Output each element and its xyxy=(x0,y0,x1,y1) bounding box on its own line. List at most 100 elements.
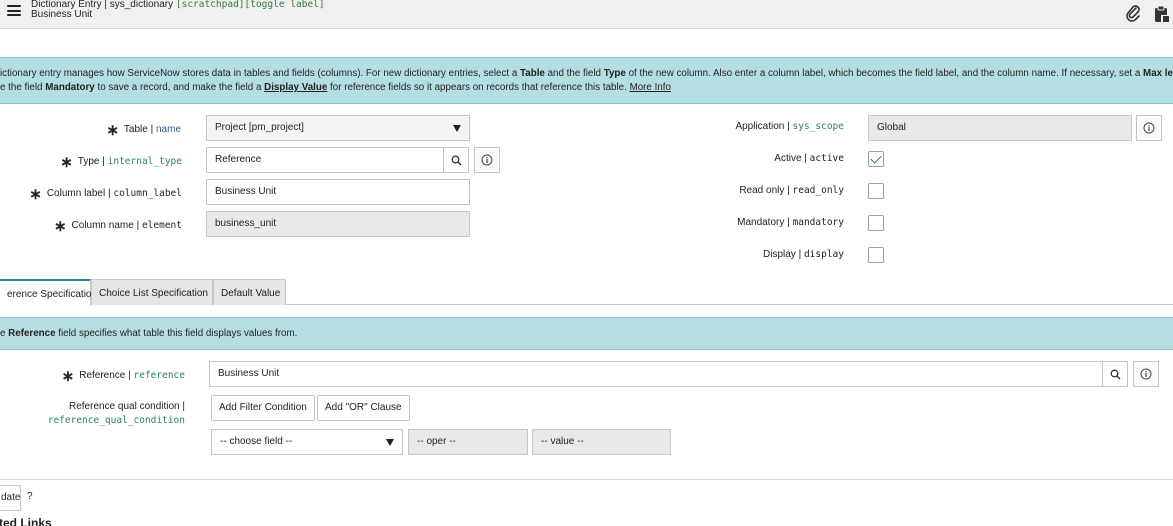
reference-info-button[interactable] xyxy=(1133,361,1159,387)
header-toggle-links[interactable]: [scratchpad][toggle label] xyxy=(176,0,325,10)
related-links-heading: ted Links xyxy=(0,516,52,526)
field-name-text: reference xyxy=(133,370,185,381)
info-icon xyxy=(1140,368,1152,380)
field-label-text: Type xyxy=(77,156,100,167)
application-label: Application | sys_scope xyxy=(735,121,844,132)
field-name-text: internal_type xyxy=(107,156,182,167)
info-icon xyxy=(1143,122,1155,134)
clipboard-icon[interactable] xyxy=(1152,4,1170,23)
value-placeholder: -- value -- xyxy=(541,436,584,447)
display-label: Display | display xyxy=(763,249,844,260)
field-label-text: Display xyxy=(763,249,796,260)
field-label-text: Application xyxy=(735,121,785,132)
chevron-down-icon xyxy=(386,439,394,446)
tab-reference-specification[interactable]: erence Specification xyxy=(0,279,97,306)
field-label-text: Mandatory xyxy=(737,217,785,228)
search-icon xyxy=(1110,369,1120,379)
tab-default-value[interactable]: Default Value xyxy=(213,279,286,305)
column-name-label: ∗ Column name | element xyxy=(53,218,182,235)
banner-text: for reference fields so it appears on re… xyxy=(327,82,627,93)
display-value-link[interactable]: Display Value xyxy=(264,82,327,93)
field-name-text: display xyxy=(803,249,844,260)
field-name-text: mandatory xyxy=(792,217,844,228)
choose-field-value: -- choose field -- xyxy=(220,436,293,447)
reference-label: ∗ Reference | reference xyxy=(61,368,185,385)
field-name-text: column_label xyxy=(113,188,182,199)
form-header: Dictionary Entry | sys_dictionary [scrat… xyxy=(0,0,1173,29)
mandatory-checkbox[interactable] xyxy=(868,215,884,231)
banner-bold-text: Type xyxy=(603,68,626,79)
type-info-button[interactable] xyxy=(474,147,500,173)
field-label-text: Column name xyxy=(71,220,134,231)
oper-value: -- oper -- xyxy=(417,436,456,447)
section-tabs: erence Specification Choice List Specifi… xyxy=(0,279,1173,306)
oper-select: -- oper -- xyxy=(408,429,528,455)
info-banner-line2: e the field Mandatory to save a record, … xyxy=(0,82,671,93)
table-label: ∗ Table | name xyxy=(106,122,181,139)
required-icon: ∗ xyxy=(29,186,42,203)
field-label-text: Reference qual condition | xyxy=(68,401,185,412)
reference-lookup-button[interactable] xyxy=(1102,361,1128,387)
required-icon: ∗ xyxy=(60,154,73,171)
active-checkbox[interactable] xyxy=(868,151,884,167)
display-checkbox[interactable] xyxy=(868,247,884,263)
field-label-text: Column label xyxy=(46,188,106,199)
choose-field-select[interactable]: -- choose field -- xyxy=(211,429,403,455)
add-or-clause-button[interactable]: Add "OR" Clause xyxy=(317,395,410,421)
field-label-text: Reference xyxy=(79,370,126,381)
section-divider xyxy=(0,479,1173,480)
field-name-text: active xyxy=(809,153,844,164)
info-banner-line1: ictionary entry manages how ServiceNow s… xyxy=(0,68,1173,79)
field-label-text: Active xyxy=(774,153,802,164)
tab-choice-list-specification[interactable]: Choice List Specification xyxy=(91,279,213,305)
reference-input-value: Business Unit xyxy=(218,368,280,379)
field-label-text: Read only xyxy=(739,185,785,196)
reference-input[interactable]: Business Unit xyxy=(209,361,1103,387)
reference-banner-text: e Reference field specifies what table t… xyxy=(0,328,297,339)
banner-bold-text: Reference xyxy=(8,328,56,339)
field-name-text: read_only xyxy=(792,185,844,196)
banner-bold-text: Table xyxy=(520,68,545,79)
required-icon: ∗ xyxy=(61,368,75,385)
column-label-input[interactable]: Business Unit xyxy=(206,179,470,205)
read-only-checkbox[interactable] xyxy=(868,183,884,199)
help-icon[interactable]: ? xyxy=(27,491,33,502)
header-subtitle: Business Unit xyxy=(31,9,93,20)
type-label: ∗ Type | internal_type xyxy=(60,154,182,171)
banner-bold-text: Max length xyxy=(1143,68,1173,79)
field-label-text: Table xyxy=(123,124,148,135)
menu-icon[interactable] xyxy=(7,5,21,16)
info-icon xyxy=(481,154,493,166)
field-name-text: sys_scope xyxy=(792,121,844,132)
paperclip-icon[interactable] xyxy=(1124,4,1142,22)
application-info-button[interactable] xyxy=(1136,115,1162,141)
add-filter-condition-button[interactable]: Add Filter Condition xyxy=(211,395,315,421)
reference-qual-condition-label: Reference qual condition | reference_qua… xyxy=(48,400,185,428)
more-info-link[interactable]: More Info xyxy=(630,82,671,93)
table-select-value: Project [pm_project] xyxy=(215,122,304,133)
info-banner: ictionary entry manages how ServiceNow s… xyxy=(0,57,1173,104)
type-lookup-button[interactable] xyxy=(443,147,469,173)
chevron-down-icon xyxy=(453,125,461,132)
type-input-value: Reference xyxy=(215,154,262,165)
column-name-input: business_unit xyxy=(206,211,470,237)
application-value: Global xyxy=(877,122,906,133)
read-only-label: Read only | read_only xyxy=(739,185,844,196)
field-name-text: element xyxy=(141,220,182,231)
value-input: -- value -- xyxy=(532,429,671,455)
active-label: Active | active xyxy=(774,153,844,164)
banner-bold-text: Mandatory xyxy=(45,82,95,93)
banner-text: ictionary entry manages how ServiceNow s… xyxy=(0,68,521,79)
column-label-value: Business Unit xyxy=(215,186,277,197)
banner-text: of the new column. Also enter a column l… xyxy=(625,68,1144,79)
mandatory-label: Mandatory | mandatory xyxy=(737,217,844,228)
banner-text: e the field xyxy=(0,82,46,93)
required-icon: ∗ xyxy=(53,218,67,235)
reference-banner: e Reference field specifies what table t… xyxy=(0,317,1173,350)
update-button[interactable]: date xyxy=(0,485,21,511)
type-input[interactable]: Reference xyxy=(206,147,444,173)
table-select[interactable]: Project [pm_project] xyxy=(206,115,470,141)
banner-text: to save a record, and make the field a xyxy=(94,82,265,93)
column-label-label: ∗ Column label | column_label xyxy=(29,186,182,203)
banner-text: and the field xyxy=(544,68,604,79)
